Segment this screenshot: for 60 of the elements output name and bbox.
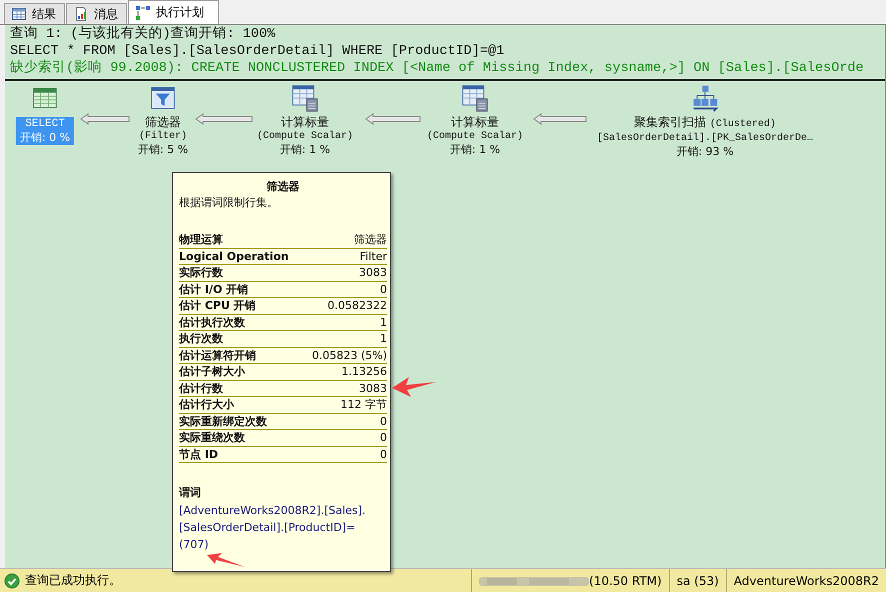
funnel-icon[interactable] (149, 84, 177, 112)
property-name: 估计子树大小 (179, 364, 245, 380)
database-name: AdventureWorks2008R2 (734, 574, 879, 588)
property-name: 实际行数 (179, 265, 223, 280)
tooltip-description: 根据谓词限制行集。 (179, 195, 279, 210)
property-value: 筛选器 (354, 232, 387, 248)
plan-node-label[interactable]: 计算标量 (Compute Scalar) 开销: 1 % (423, 114, 527, 157)
property-value: Filter (360, 248, 387, 264)
property-name: 估计行数 (179, 380, 223, 396)
check-icon (4, 572, 20, 588)
server-version: (10.50 RTM) (589, 574, 662, 588)
sql-statement: SELECT * FROM [Sales].[SalesOrderDetail] WHERE [ProductID]=@1 (10, 43, 506, 60)
status-message: 查询已成功执行。 (25, 572, 121, 589)
property-name: 实际重绕次数 (179, 430, 245, 446)
property-name: 执行次数 (179, 331, 223, 346)
flowchart-icon (135, 4, 151, 20)
flow-arrow (195, 113, 253, 125)
property-name: 估计 CPU 开销 (179, 298, 256, 314)
property-name: 估计执行次数 (179, 314, 245, 330)
property-value: 3083 (359, 265, 387, 280)
tooltip-title: 筛选器 (266, 179, 300, 194)
tab[interactable]: 消息 (66, 3, 127, 24)
property-value: 1 (380, 331, 387, 346)
plan-node-label[interactable]: 计算标量 (Compute Scalar) 开销: 1 % (253, 114, 357, 157)
property-name: 实际重新绑定次数 (179, 414, 267, 429)
query-cost-line: 查询 1: (与该批有关的)查询开销: 100% (10, 26, 276, 43)
plan-node-label[interactable]: 筛选器 (Filter) 开销: 5 % (134, 114, 192, 157)
property-value: 0 (380, 282, 387, 297)
property-name: Logical Operation (179, 248, 289, 264)
predicate-label: 谓词 (179, 485, 202, 500)
property-value: 0.0582322 (328, 298, 387, 314)
property-name: 物理运算 (179, 232, 223, 248)
annotation-arrow (391, 376, 437, 398)
property-name: 估计运算符开销 (179, 348, 256, 363)
user-session: sa (53) (676, 574, 719, 588)
property-value: 0 (380, 430, 387, 446)
flow-arrow (533, 113, 587, 125)
property-value: 1.13256 (342, 364, 387, 380)
property-value: 3083 (359, 380, 387, 396)
property-name: 节点 ID (179, 446, 218, 462)
property-name: 估计 I/O 开销 (179, 282, 248, 297)
grid-icon (11, 6, 27, 22)
tab[interactable]: 结果 (4, 3, 65, 24)
flow-arrow (80, 113, 130, 125)
property-value: 112 字节 (340, 397, 387, 412)
calculator-icon[interactable] (291, 84, 319, 112)
property-value: 0 (380, 414, 387, 429)
missing-index-line: 缺少索引(影响 99.2008): CREATE NONCLUSTERED INDEX [<Name of Missing Index, sysname,>] ON [Sales].[SalesOrde (10, 60, 865, 77)
document-icon (73, 6, 89, 22)
tab[interactable]: 执行计划 (128, 0, 219, 24)
hierarchy-icon[interactable] (691, 84, 719, 112)
annotation-arrow (206, 552, 246, 570)
flow-arrow (365, 113, 421, 125)
property-value: 0.05823 (5%) (312, 348, 387, 363)
predicate-text: [AdventureWorks2008R2].[Sales].[SalesOrderDetail].[ProductID]=(707) (179, 503, 366, 553)
plan-node-label[interactable]: 聚集索引扫描 (Clustered) [SalesOrderDetail].[PK_SalesOrderDe… 开销: 93 % (592, 114, 818, 159)
property-name: 估计行大小 (179, 397, 234, 412)
property-value: 1 (380, 314, 387, 330)
property-value: 0 (380, 446, 387, 462)
calculator-icon[interactable] (461, 84, 489, 112)
